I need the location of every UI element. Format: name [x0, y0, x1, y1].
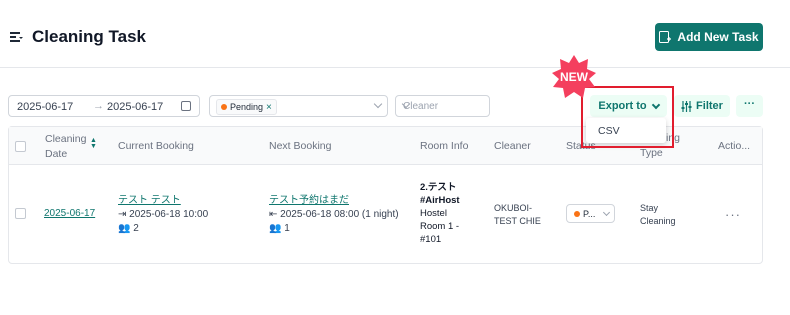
pending-dot-icon [574, 210, 580, 217]
checkin-icon: ⇤ [269, 209, 281, 220]
current-booking-checkout: ⇥ 2025-06-18 10:00 [118, 209, 209, 220]
checkout-icon: ⇥ [118, 209, 130, 220]
room-info: 2.テスト #AirHost Hostel Room 1 - #101 [420, 181, 460, 246]
col-room-info: Room Info [420, 140, 469, 152]
room-info-line: Hostel [420, 208, 447, 219]
add-new-task-label: Add New Task [677, 30, 759, 44]
add-task-icon [659, 31, 672, 43]
new-badge-label: NEW [560, 70, 589, 84]
cleaner-name-line: OKUBOI- [494, 203, 533, 213]
people-icon: 👥 [118, 223, 134, 234]
room-info-line: #AirHost [420, 195, 460, 206]
task-list-icon [10, 32, 23, 42]
cleaning-type-line: Cleaning [640, 216, 676, 226]
filter-label: Filter [696, 100, 723, 112]
cleaning-type-line: Stay [640, 203, 659, 213]
row-actions-button[interactable]: ··· [725, 207, 741, 222]
more-options-button[interactable]: ··· [736, 95, 763, 117]
sort-icon[interactable]: ▲ ▼ [90, 137, 97, 150]
page-header: Cleaning Task Add New Task [0, 0, 790, 68]
arrow-right-icon: → [93, 100, 104, 112]
current-booking-guests: 👥 2 [118, 223, 139, 234]
cleaning-date-link[interactable]: 2025-06-17 [44, 207, 95, 220]
chevron-down-icon [602, 208, 611, 217]
status-select[interactable]: Pending × [209, 95, 388, 117]
row-checkbox[interactable] [15, 208, 26, 219]
col-actions: Actio... [718, 140, 751, 152]
new-badge: NEW [552, 55, 596, 98]
remove-tag-icon[interactable]: × [266, 102, 272, 113]
cleaner-name-line: TEST CHIE [494, 216, 541, 226]
cleaning-type: Stay Cleaning [640, 202, 676, 228]
people-icon: 👥 [269, 223, 285, 234]
col-cleaning-type: Type [640, 147, 663, 159]
status-dropdown[interactable]: P... [566, 204, 615, 223]
calendar-icon [181, 101, 191, 111]
select-all-checkbox[interactable] [15, 141, 26, 152]
next-booking-guest-link[interactable]: テスト予約はまだ [269, 194, 349, 207]
status-tag-pending: Pending × [216, 99, 277, 115]
status-value: P... [583, 208, 596, 219]
col-cleaner: Cleaner [494, 140, 531, 152]
current-booking-guest-link[interactable]: テスト テスト [118, 194, 181, 207]
cleaner-select[interactable]: Cleaner [395, 95, 490, 117]
col-current-booking: Current Booking [118, 140, 194, 152]
add-new-task-button[interactable]: Add New Task [655, 23, 763, 51]
col-next-booking: Next Booking [269, 140, 332, 152]
date-range-picker[interactable]: 2025-06-17 → 2025-06-17 [8, 95, 200, 117]
page-title: Cleaning Task [32, 27, 146, 46]
next-booking-guests: 👥 1 [269, 223, 290, 234]
date-from: 2025-06-17 [17, 101, 74, 113]
col-cleaning: Cleaning [45, 133, 87, 145]
date-to: 2025-06-17 [107, 101, 164, 113]
room-info-line: 2.テスト [420, 182, 457, 193]
sliders-icon [681, 100, 692, 112]
status-tag-label: Pending [230, 102, 264, 112]
room-info-line: #101 [420, 234, 442, 245]
next-booking-checkin: ⇤ 2025-06-18 08:00 (1 night) [269, 209, 399, 220]
chevron-down-icon [373, 99, 383, 109]
cleaner-name: OKUBOI- TEST CHIE [494, 202, 541, 228]
room-info-line: Room 1 - [420, 221, 460, 232]
pending-dot-icon [221, 104, 227, 110]
col-date: Date [45, 148, 68, 160]
filter-button[interactable]: Filter [674, 95, 730, 117]
